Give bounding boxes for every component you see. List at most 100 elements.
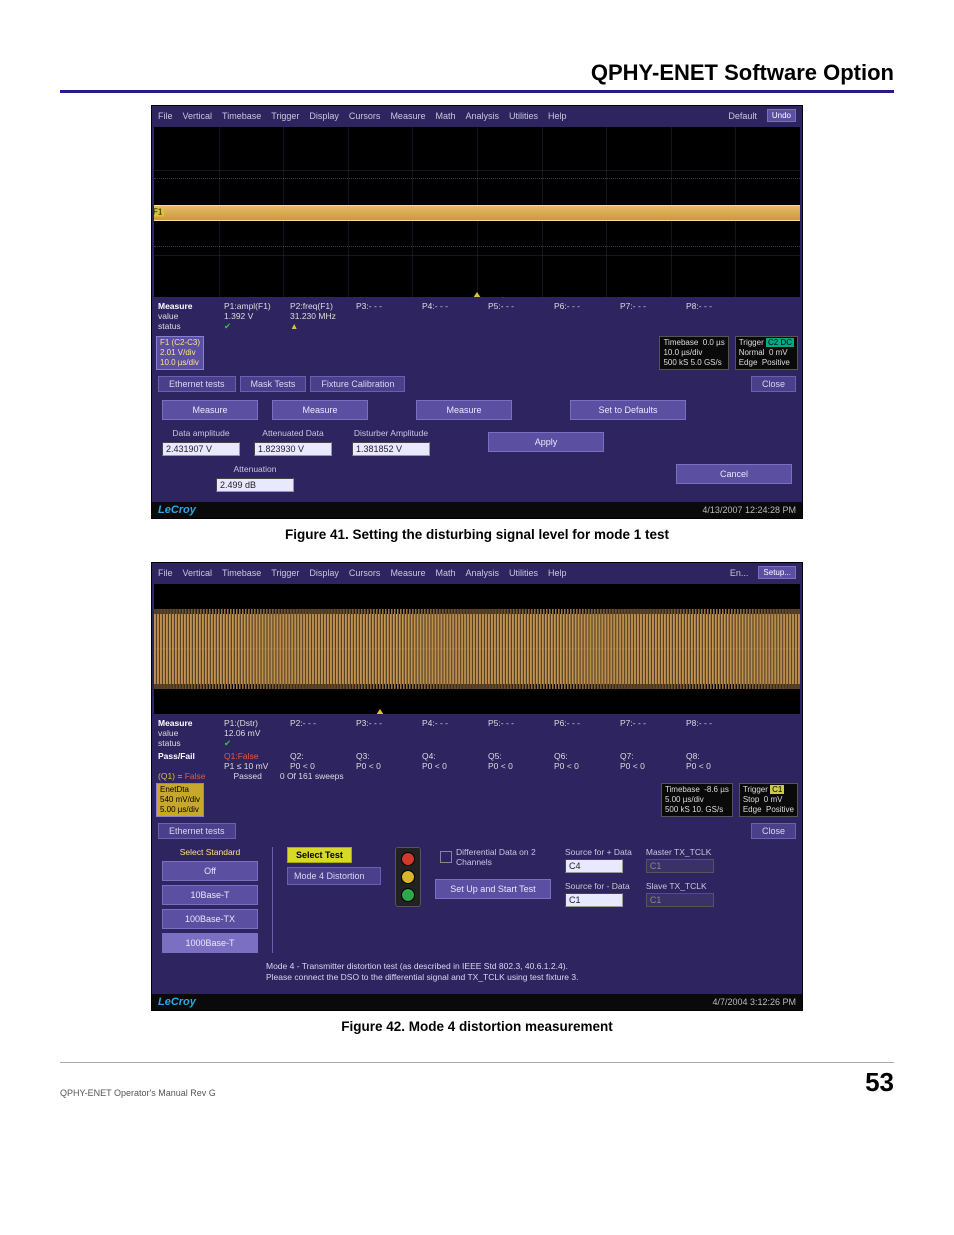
diff-data-checkbox[interactable] bbox=[440, 851, 452, 863]
measure-button-3[interactable]: Measure bbox=[416, 400, 512, 420]
traffic-yellow-icon bbox=[401, 870, 415, 884]
p3-blank-2: P3:- - - bbox=[356, 718, 414, 749]
source-pos-input[interactable]: C4 bbox=[565, 859, 623, 873]
scope-screenshot-1: File Vertical Timebase Trigger Display C… bbox=[151, 105, 803, 519]
setup-start-test-button[interactable]: Set Up and Start Test bbox=[435, 879, 551, 899]
timebase-box[interactable]: Timebase 0.0 µs 10.0 µs/div 500 kS 5.0 G… bbox=[659, 336, 728, 370]
menu-utilities[interactable]: Utilities bbox=[509, 111, 538, 121]
menu-vertical[interactable]: Vertical bbox=[183, 111, 213, 121]
source-neg-label: Source for - Data bbox=[565, 881, 630, 891]
menu-file-2[interactable]: File bbox=[158, 568, 173, 578]
tab-mask-tests[interactable]: Mask Tests bbox=[240, 376, 307, 392]
menu-measure-2[interactable]: Measure bbox=[390, 568, 425, 578]
tab-close-2[interactable]: Close bbox=[751, 823, 796, 839]
measure-value-label: value bbox=[158, 311, 216, 321]
note-line-2: Please connect the DSO to the differenti… bbox=[266, 972, 578, 982]
q4-val: Q4: bbox=[422, 751, 480, 761]
measure-button-1[interactable]: Measure bbox=[162, 400, 258, 420]
cancel-button[interactable]: Cancel bbox=[676, 464, 792, 484]
std-100base-tx-button[interactable]: 100Base-TX bbox=[162, 909, 258, 929]
setup-button[interactable]: Setup... bbox=[758, 566, 796, 579]
p8-blank-2: P8:- - - bbox=[686, 718, 744, 749]
channel-box-enet[interactable]: EnetDta 540 mV/div 5.00 µs/div bbox=[156, 783, 204, 817]
data-amplitude-input[interactable]: 2.431907 V bbox=[162, 442, 240, 456]
menu-analysis[interactable]: Analysis bbox=[465, 111, 499, 121]
menu-file[interactable]: File bbox=[158, 111, 173, 121]
attenuation-input[interactable]: 2.499 dB bbox=[216, 478, 294, 492]
q1-val: Q1:False bbox=[224, 751, 259, 761]
tab-fixture-calibration[interactable]: Fixture Calibration bbox=[310, 376, 405, 392]
timebase-title-2: Timebase bbox=[665, 785, 700, 794]
menu-trigger-2[interactable]: Trigger bbox=[271, 568, 299, 578]
menu-cursors-2[interactable]: Cursors bbox=[349, 568, 381, 578]
menu-en[interactable]: En... bbox=[730, 568, 749, 578]
trigger-level-2: 0 mV bbox=[764, 795, 783, 804]
menu-default[interactable]: Default bbox=[728, 111, 757, 121]
p5-blank-2: P5:- - - bbox=[488, 718, 546, 749]
p0-6: P0 < 0 bbox=[554, 761, 612, 771]
measure-title: Measure bbox=[158, 301, 216, 311]
trace-label-f1: F1 bbox=[154, 208, 164, 217]
menu-display[interactable]: Display bbox=[309, 111, 339, 121]
trigger-slope: Positive bbox=[762, 358, 790, 367]
mode4-note: Mode 4 - Transmitter distortion test (as… bbox=[266, 961, 578, 984]
channel-box-f1[interactable]: F1 (C2-C3) 2.01 V/div 10.0 µs/div bbox=[156, 336, 204, 370]
timebase-box-2[interactable]: Timebase -8.6 µs 5.00 µs/div 500 kS 10. … bbox=[661, 783, 733, 817]
p0-3: P0 < 0 bbox=[356, 761, 414, 771]
menu-display-2[interactable]: Display bbox=[309, 568, 339, 578]
measure-button-2[interactable]: Measure bbox=[272, 400, 368, 420]
menu-help[interactable]: Help bbox=[548, 111, 567, 121]
timebase-delay: 0.0 µs bbox=[703, 338, 725, 347]
p6-blank-2: P6:- - - bbox=[554, 718, 612, 749]
apply-button[interactable]: Apply bbox=[488, 432, 604, 452]
menu-measure[interactable]: Measure bbox=[390, 111, 425, 121]
tab-ethernet-tests[interactable]: Ethernet tests bbox=[158, 376, 236, 392]
check-icon: ✔ bbox=[224, 321, 282, 332]
footer-left: QPHY-ENET Operator's Manual Rev G bbox=[60, 1088, 216, 1098]
select-test-button[interactable]: Select Test bbox=[287, 847, 352, 863]
attenuated-data-input[interactable]: 1.823930 V bbox=[254, 442, 332, 456]
p5-blank: P5:- - - bbox=[488, 301, 546, 332]
attenuation-label: Attenuation bbox=[233, 464, 276, 474]
header-rule bbox=[60, 90, 894, 93]
waveform-area-2 bbox=[154, 584, 800, 714]
trigger-edge: Edge bbox=[739, 358, 758, 367]
master-tclk-label: Master TX_TCLK bbox=[646, 847, 712, 857]
brand-logo-2: LeCroy bbox=[158, 996, 196, 1008]
menu-timebase[interactable]: Timebase bbox=[222, 111, 261, 121]
std-off-button[interactable]: Off bbox=[162, 861, 258, 881]
source-pos-label: Source for + Data bbox=[565, 847, 632, 857]
measure-status-label: status bbox=[158, 321, 216, 331]
tab-close[interactable]: Close bbox=[751, 376, 796, 392]
menu-trigger[interactable]: Trigger bbox=[271, 111, 299, 121]
menu-timebase-2[interactable]: Timebase bbox=[222, 568, 261, 578]
trigger-box[interactable]: Trigger C2 DC Normal 0 mV Edge Positive bbox=[735, 336, 798, 370]
chan-tdiv-2: 5.00 µs/div bbox=[160, 805, 200, 815]
p1-name: P1:ampl(F1) bbox=[224, 301, 282, 311]
std-1000base-t-button[interactable]: 1000Base-T bbox=[162, 933, 258, 953]
set-to-defaults-button[interactable]: Set to Defaults bbox=[570, 400, 686, 420]
menu-utilities-2[interactable]: Utilities bbox=[509, 568, 538, 578]
trigger-box-2[interactable]: Trigger C1 Stop 0 mV Edge Positive bbox=[739, 783, 798, 817]
std-10base-t-button[interactable]: 10Base-T bbox=[162, 885, 258, 905]
select-test-value[interactable]: Mode 4 Distortion bbox=[287, 867, 381, 885]
menu-cursors[interactable]: Cursors bbox=[349, 111, 381, 121]
tab-ethernet-tests-2[interactable]: Ethernet tests bbox=[158, 823, 236, 839]
measure-value-label-2: value bbox=[158, 728, 216, 738]
disturber-amplitude-input[interactable]: 1.381852 V bbox=[352, 442, 430, 456]
p1-name-2: P1:(Dstr) bbox=[224, 718, 282, 728]
undo-button[interactable]: Undo bbox=[767, 109, 796, 122]
menu-analysis-2[interactable]: Analysis bbox=[465, 568, 499, 578]
menu-help-2[interactable]: Help bbox=[548, 568, 567, 578]
waveform-trace bbox=[154, 205, 800, 221]
page-header-title: QPHY-ENET Software Option bbox=[60, 60, 894, 90]
source-neg-input[interactable]: C1 bbox=[565, 893, 623, 907]
scope-screenshot-2: File Vertical Timebase Trigger Display C… bbox=[151, 562, 803, 1011]
menu-vertical-2[interactable]: Vertical bbox=[183, 568, 213, 578]
traffic-green-icon bbox=[401, 888, 415, 902]
q2-val: Q2: bbox=[290, 751, 348, 761]
p0-7: P0 < 0 bbox=[620, 761, 678, 771]
menu-math[interactable]: Math bbox=[435, 111, 455, 121]
measure-status-label-2: status bbox=[158, 738, 216, 748]
menu-math-2[interactable]: Math bbox=[435, 568, 455, 578]
